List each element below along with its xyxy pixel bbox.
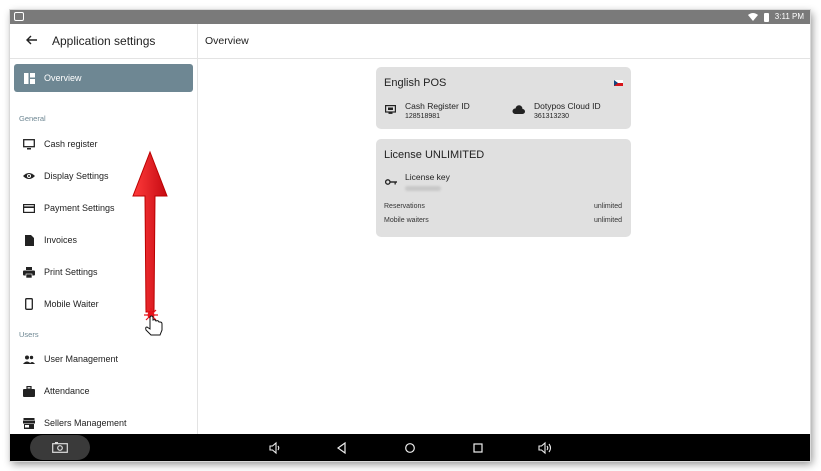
sidebar-item-user-management[interactable]: User Management xyxy=(14,345,193,373)
czech-flag-icon xyxy=(614,80,623,86)
back-icon[interactable] xyxy=(335,441,349,455)
pos-name: English POS xyxy=(384,77,447,89)
license-title: License UNLIMITED xyxy=(384,149,485,161)
cloud-id: 361313230 xyxy=(534,113,570,120)
mobile-waiters-value: unlimited xyxy=(593,217,622,224)
reservations-label: Reservations xyxy=(384,203,425,210)
document-icon xyxy=(23,234,35,246)
phone-icon xyxy=(23,298,35,310)
app-notification-icon xyxy=(14,12,24,21)
sidebar-item-label: Payment Settings xyxy=(44,203,115,213)
pos-info-card: English POS Cash Register ID 128518981 D… xyxy=(376,67,631,129)
sidebar-item-label: User Management xyxy=(44,354,119,364)
home-icon[interactable] xyxy=(403,441,417,455)
eye-icon xyxy=(23,170,35,182)
sidebar-item-attendance[interactable]: Attendance xyxy=(14,377,193,405)
back-arrow-icon[interactable] xyxy=(24,32,40,48)
sidebar-item-label: Attendance xyxy=(44,386,90,396)
sidebar-item-invoices[interactable]: Invoices xyxy=(14,226,193,254)
battery-icon xyxy=(763,12,769,22)
printer-icon xyxy=(23,266,35,278)
cash-register-label: Cash Register ID xyxy=(405,101,470,111)
main-header: Overview xyxy=(198,24,810,59)
license-key-redacted xyxy=(405,186,441,191)
sidebar-item-label: Print Settings xyxy=(44,267,98,277)
screenshot-button[interactable] xyxy=(30,435,90,460)
mobile-waiters-label: Mobile waiters xyxy=(384,217,429,224)
wifi-icon xyxy=(747,13,758,21)
section-label-users: Users xyxy=(19,330,39,339)
status-time: 3:11 PM xyxy=(774,12,804,21)
sidebar-header: Application settings xyxy=(10,24,197,59)
key-icon xyxy=(385,179,397,185)
sidebar-item-sellers-management[interactable]: Sellers Management xyxy=(14,409,193,437)
sidebar-item-label: Sellers Management xyxy=(44,418,127,428)
volume-down-icon[interactable] xyxy=(268,441,282,455)
sidebar-item-label: Display Settings xyxy=(44,171,109,181)
cash-register-id: 128518981 xyxy=(405,113,441,120)
sidebar-item-label: Overview xyxy=(44,73,82,83)
register-id-icon xyxy=(385,105,396,114)
volume-up-icon[interactable] xyxy=(538,441,552,455)
credit-card-icon xyxy=(23,202,35,214)
store-icon xyxy=(23,417,35,429)
people-icon xyxy=(23,353,35,365)
sidebar-item-display-settings[interactable]: Display Settings xyxy=(14,162,193,190)
android-nav-bar xyxy=(10,434,810,461)
license-card: License UNLIMITED License key Reservatio… xyxy=(376,139,631,237)
license-key-label: License key xyxy=(405,172,450,182)
cloud-id-label: Dotypos Cloud ID xyxy=(534,101,601,111)
settings-sidebar: Application settings Overview General Ca… xyxy=(10,24,198,434)
reservations-value: unlimited xyxy=(593,203,622,210)
sidebar-item-label: Mobile Waiter xyxy=(44,299,99,309)
sidebar-item-mobile-waiter[interactable]: Mobile Waiter xyxy=(14,290,193,318)
dashboard-icon xyxy=(23,72,35,84)
device-screen: 3:11 PM Application settings Overview Ge… xyxy=(10,10,810,461)
briefcase-icon xyxy=(23,385,35,397)
sidebar-item-label: Cash register xyxy=(44,139,98,149)
sidebar-item-label: Invoices xyxy=(44,235,78,245)
section-label-general: General xyxy=(19,114,46,123)
recents-icon[interactable] xyxy=(471,441,485,455)
cloud-icon xyxy=(512,105,525,114)
status-bar: 3:11 PM xyxy=(10,10,810,24)
monitor-icon xyxy=(23,138,35,150)
sidebar-item-overview[interactable]: Overview xyxy=(14,64,193,92)
sidebar-item-payment-settings[interactable]: Payment Settings xyxy=(14,194,193,222)
sidebar-item-cash-register[interactable]: Cash register xyxy=(14,130,193,158)
camera-icon xyxy=(52,442,68,453)
sidebar-item-print-settings[interactable]: Print Settings xyxy=(14,258,193,286)
sidebar-title: Application settings xyxy=(52,34,156,48)
page-title: Overview xyxy=(205,35,249,47)
